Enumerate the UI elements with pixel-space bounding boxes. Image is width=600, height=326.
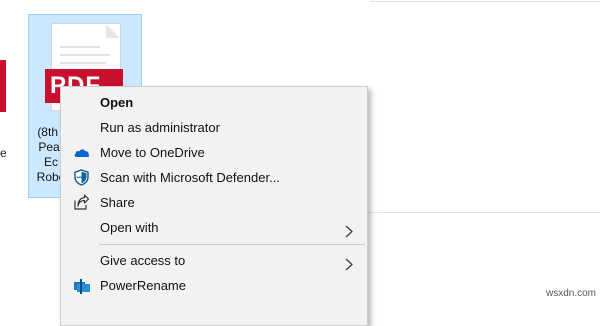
menu-item-label: Scan with Microsoft Defender... [100, 170, 280, 185]
share-icon [73, 194, 90, 211]
menu-item-share[interactable]: Share [61, 190, 367, 215]
menu-item-label: PowerRename [100, 278, 186, 293]
menu-item-open-with[interactable]: Open with [61, 215, 367, 240]
page-fold [106, 24, 120, 38]
menu-separator [99, 244, 365, 245]
menu-item-label: Open with [100, 220, 159, 235]
watermark: wsxdn.com [546, 288, 597, 299]
context-menu: Open Run as administrator Move to OneDri… [60, 86, 368, 326]
partial-file-icon[interactable] [0, 60, 6, 112]
page-line [60, 62, 106, 64]
partial-file-label: e [0, 146, 7, 160]
menu-item-scan-with-defender[interactable]: Scan with Microsoft Defender... [61, 165, 367, 190]
menu-item-label: Share [100, 195, 135, 210]
page-line [60, 46, 100, 48]
menu-item-label: Open [100, 95, 134, 110]
menu-item-label: Run as administrator [100, 120, 220, 135]
chevron-right-icon [344, 221, 354, 238]
menu-item-give-access-to[interactable]: Give access to [61, 248, 367, 273]
explorer-view: e PDF (8th I Pear Ec Robe Open Run as ad… [0, 0, 600, 326]
menu-item-run-as-administrator[interactable]: Run as administrator [61, 115, 367, 140]
menu-item-label: Give access to [100, 253, 186, 268]
row-divider [370, 1, 600, 2]
menu-item-move-to-onedrive[interactable]: Move to OneDrive [61, 140, 367, 165]
powerrename-icon [73, 277, 90, 294]
menu-item-label: Move to OneDrive [100, 145, 205, 160]
menu-item-open[interactable]: Open [61, 90, 367, 115]
page-line [60, 54, 110, 56]
chevron-right-icon [344, 254, 354, 271]
onedrive-cloud-icon [73, 144, 90, 161]
menu-item-powerrename[interactable]: PowerRename [61, 273, 367, 298]
defender-shield-icon [73, 169, 90, 186]
